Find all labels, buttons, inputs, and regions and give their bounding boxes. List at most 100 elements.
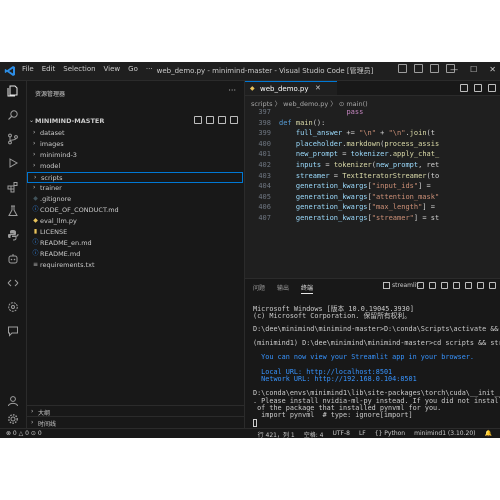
openai-icon[interactable] <box>7 301 19 313</box>
maximize-button[interactable]: ☐ <box>470 65 477 74</box>
tree-item-requirements[interactable]: ≡ requirements.txt <box>27 260 243 271</box>
window-controls: — ☐ ✕ <box>450 65 496 74</box>
bell-icon[interactable]: 🔔 <box>485 430 492 438</box>
menu-selection[interactable]: Selection <box>63 65 95 73</box>
tree-item-eval-llm[interactable]: ◆ eval_llm.py <box>27 216 243 227</box>
menu-view[interactable]: View <box>104 65 121 73</box>
refresh-icon[interactable] <box>218 116 226 124</box>
code-line[interactable]: 402 inputs = tokenizer(new_prompt, ret <box>245 161 500 171</box>
code-line[interactable]: 405 generation_kwargs["attention_mask" <box>245 193 500 203</box>
project-name: MINIMIND-MASTER <box>35 117 105 125</box>
code-line[interactable]: 407 generation_kwargs["streamer"] = st <box>245 214 500 224</box>
run-debug-icon[interactable] <box>7 157 19 169</box>
python-interpreter[interactable]: minimind1 (3.10.20) <box>414 430 475 438</box>
cursor-position[interactable]: 行 421，列 1 <box>258 430 295 438</box>
tree-item-gitignore[interactable]: ◆ .gitignore <box>27 194 243 205</box>
toggle-panel-icon[interactable] <box>414 64 423 73</box>
title-bar: File Edit Selection View Go ··· web_demo… <box>0 62 500 81</box>
tree-item-scripts[interactable]: › scripts <box>27 172 243 183</box>
tree-item-minimind-3[interactable]: › minimind-3 <box>27 150 243 161</box>
problems-status[interactable]: ⊗ 0 △ 0 ⊙ 0 <box>6 430 42 437</box>
code-line[interactable]: 400 placeholder.markdown(process_assis <box>245 140 500 150</box>
search-icon[interactable] <box>7 109 19 121</box>
code-view[interactable]: 397 pass 398 def main(): 399 full_answer +=… <box>245 108 500 278</box>
code-text: generation_kwargs["input_ids"] = <box>295 182 435 191</box>
close-button[interactable]: ✕ <box>489 65 496 74</box>
code-line[interactable]: 404 generation_kwargs["input_ids"] = <box>245 182 500 192</box>
code-line[interactable]: 401 new_prompt = tokenizer.apply_chat_ <box>245 150 500 160</box>
menu-file[interactable]: File <box>22 65 34 73</box>
line-number: 407 <box>258 214 271 222</box>
code-line[interactable]: 399 full_answer += "\n" + "\n".join(t <box>245 129 500 139</box>
explorer-more-button[interactable]: ··· <box>228 86 236 95</box>
new-terminal-icon[interactable] <box>417 282 424 289</box>
terminal-line: import pynvml # type: ignore[import] <box>253 411 413 419</box>
maximize-panel-icon[interactable] <box>477 282 484 289</box>
line-ending[interactable]: LF <box>359 430 366 438</box>
chat-icon[interactable] <box>7 325 19 337</box>
panel-actions <box>417 282 496 289</box>
new-file-icon[interactable] <box>194 116 202 124</box>
more-actions-icon[interactable] <box>488 84 496 92</box>
tree-item-readme[interactable]: ⓘ README.md <box>27 249 243 260</box>
new-folder-icon[interactable] <box>206 116 214 124</box>
tree-item-trainer[interactable]: › trainer <box>27 183 243 194</box>
tab-terminal[interactable]: 终端 <box>301 283 314 294</box>
language-mode[interactable]: {} Python <box>375 430 405 438</box>
account-icon[interactable] <box>7 395 19 407</box>
terminal-output[interactable]: Microsoft Windows [版本 10.0.19045.3930] (c… <box>253 303 500 429</box>
menu-go[interactable]: Go <box>128 65 138 73</box>
run-python-icon[interactable] <box>460 84 468 92</box>
tree-item-license[interactable]: ▮ LICENSE <box>27 227 243 238</box>
code-line[interactable]: 406 generation_kwargs["max_length"] = <box>245 203 500 213</box>
panel-more-icon[interactable] <box>465 282 472 289</box>
copilot-icon[interactable] <box>7 253 19 265</box>
tree-item-readme-en[interactable]: ⓘ README_en.md <box>27 238 243 249</box>
tab-web-demo[interactable]: ◆ web_demo.py ✕ <box>245 81 337 95</box>
tab-output[interactable]: 输出 <box>277 283 289 292</box>
tree-item-label: trainer <box>40 184 62 192</box>
close-tab-icon[interactable]: ✕ <box>315 84 321 92</box>
tree-item-code-of-conduct[interactable]: ⓘ CODE_OF_CONDUCT.md <box>27 205 243 216</box>
code-line[interactable]: 397 pass <box>245 108 500 118</box>
toggle-secondary-sidebar-icon[interactable] <box>430 64 439 73</box>
bottom-panel: 问题 输出 终端 streamlit Microsoft Windows [版本… <box>245 278 500 429</box>
tree-item-images[interactable]: › images <box>27 139 243 150</box>
menu-edit[interactable]: Edit <box>42 65 56 73</box>
line-number: 400 <box>258 139 271 148</box>
breadcrumb[interactable]: scripts 〉 web_demo.py 〉 ⊙ main() <box>251 98 368 108</box>
code-line[interactable]: 403 streamer = TextIteratorStreamer(to <box>245 172 500 182</box>
tree-item-label: CODE_OF_CONDUCT.md <box>40 206 119 214</box>
indentation[interactable]: 空格: 4 <box>304 430 324 438</box>
tree-item-model[interactable]: › model <box>27 161 243 172</box>
timeline-section[interactable]: › 时间线 <box>27 416 244 428</box>
tab-problems[interactable]: 问题 <box>253 283 265 292</box>
close-panel-icon[interactable] <box>489 282 496 289</box>
settings-gear-icon[interactable] <box>7 413 19 425</box>
collapse-all-icon[interactable] <box>230 116 238 124</box>
minimize-button[interactable]: — <box>450 65 458 74</box>
tree-item-dataset[interactable]: › dataset <box>27 128 243 139</box>
line-number: 398 <box>258 118 271 127</box>
vscode-window: File Edit Selection View Go ··· web_demo… <box>0 62 500 438</box>
testing-icon[interactable] <box>7 205 19 217</box>
python-icon[interactable] <box>7 229 19 241</box>
project-folder-header[interactable]: ⌄ MINIMIND-MASTER <box>27 115 244 127</box>
terminal-name[interactable]: streamlit <box>392 282 419 289</box>
explorer-header: 资源管理器 <box>35 91 66 98</box>
encoding[interactable]: UTF-8 <box>332 430 350 438</box>
extensions-icon[interactable] <box>7 181 19 193</box>
remote-explorer-icon[interactable] <box>7 277 19 289</box>
kill-terminal-icon[interactable] <box>453 282 460 289</box>
terminal-dropdown-icon[interactable] <box>429 282 436 289</box>
explorer-toolbar <box>194 116 238 124</box>
toggle-sidebar-icon[interactable] <box>398 64 407 73</box>
line-number: 397 <box>258 108 271 116</box>
source-control-icon[interactable] <box>7 133 19 145</box>
timeline-label: 时间线 <box>38 421 57 428</box>
chevron-right-icon: › <box>33 184 36 191</box>
split-editor-icon[interactable] <box>474 84 482 92</box>
code-line[interactable]: 398 def main(): <box>245 119 500 129</box>
explorer-icon[interactable] <box>7 85 19 97</box>
split-terminal-icon[interactable] <box>441 282 448 289</box>
